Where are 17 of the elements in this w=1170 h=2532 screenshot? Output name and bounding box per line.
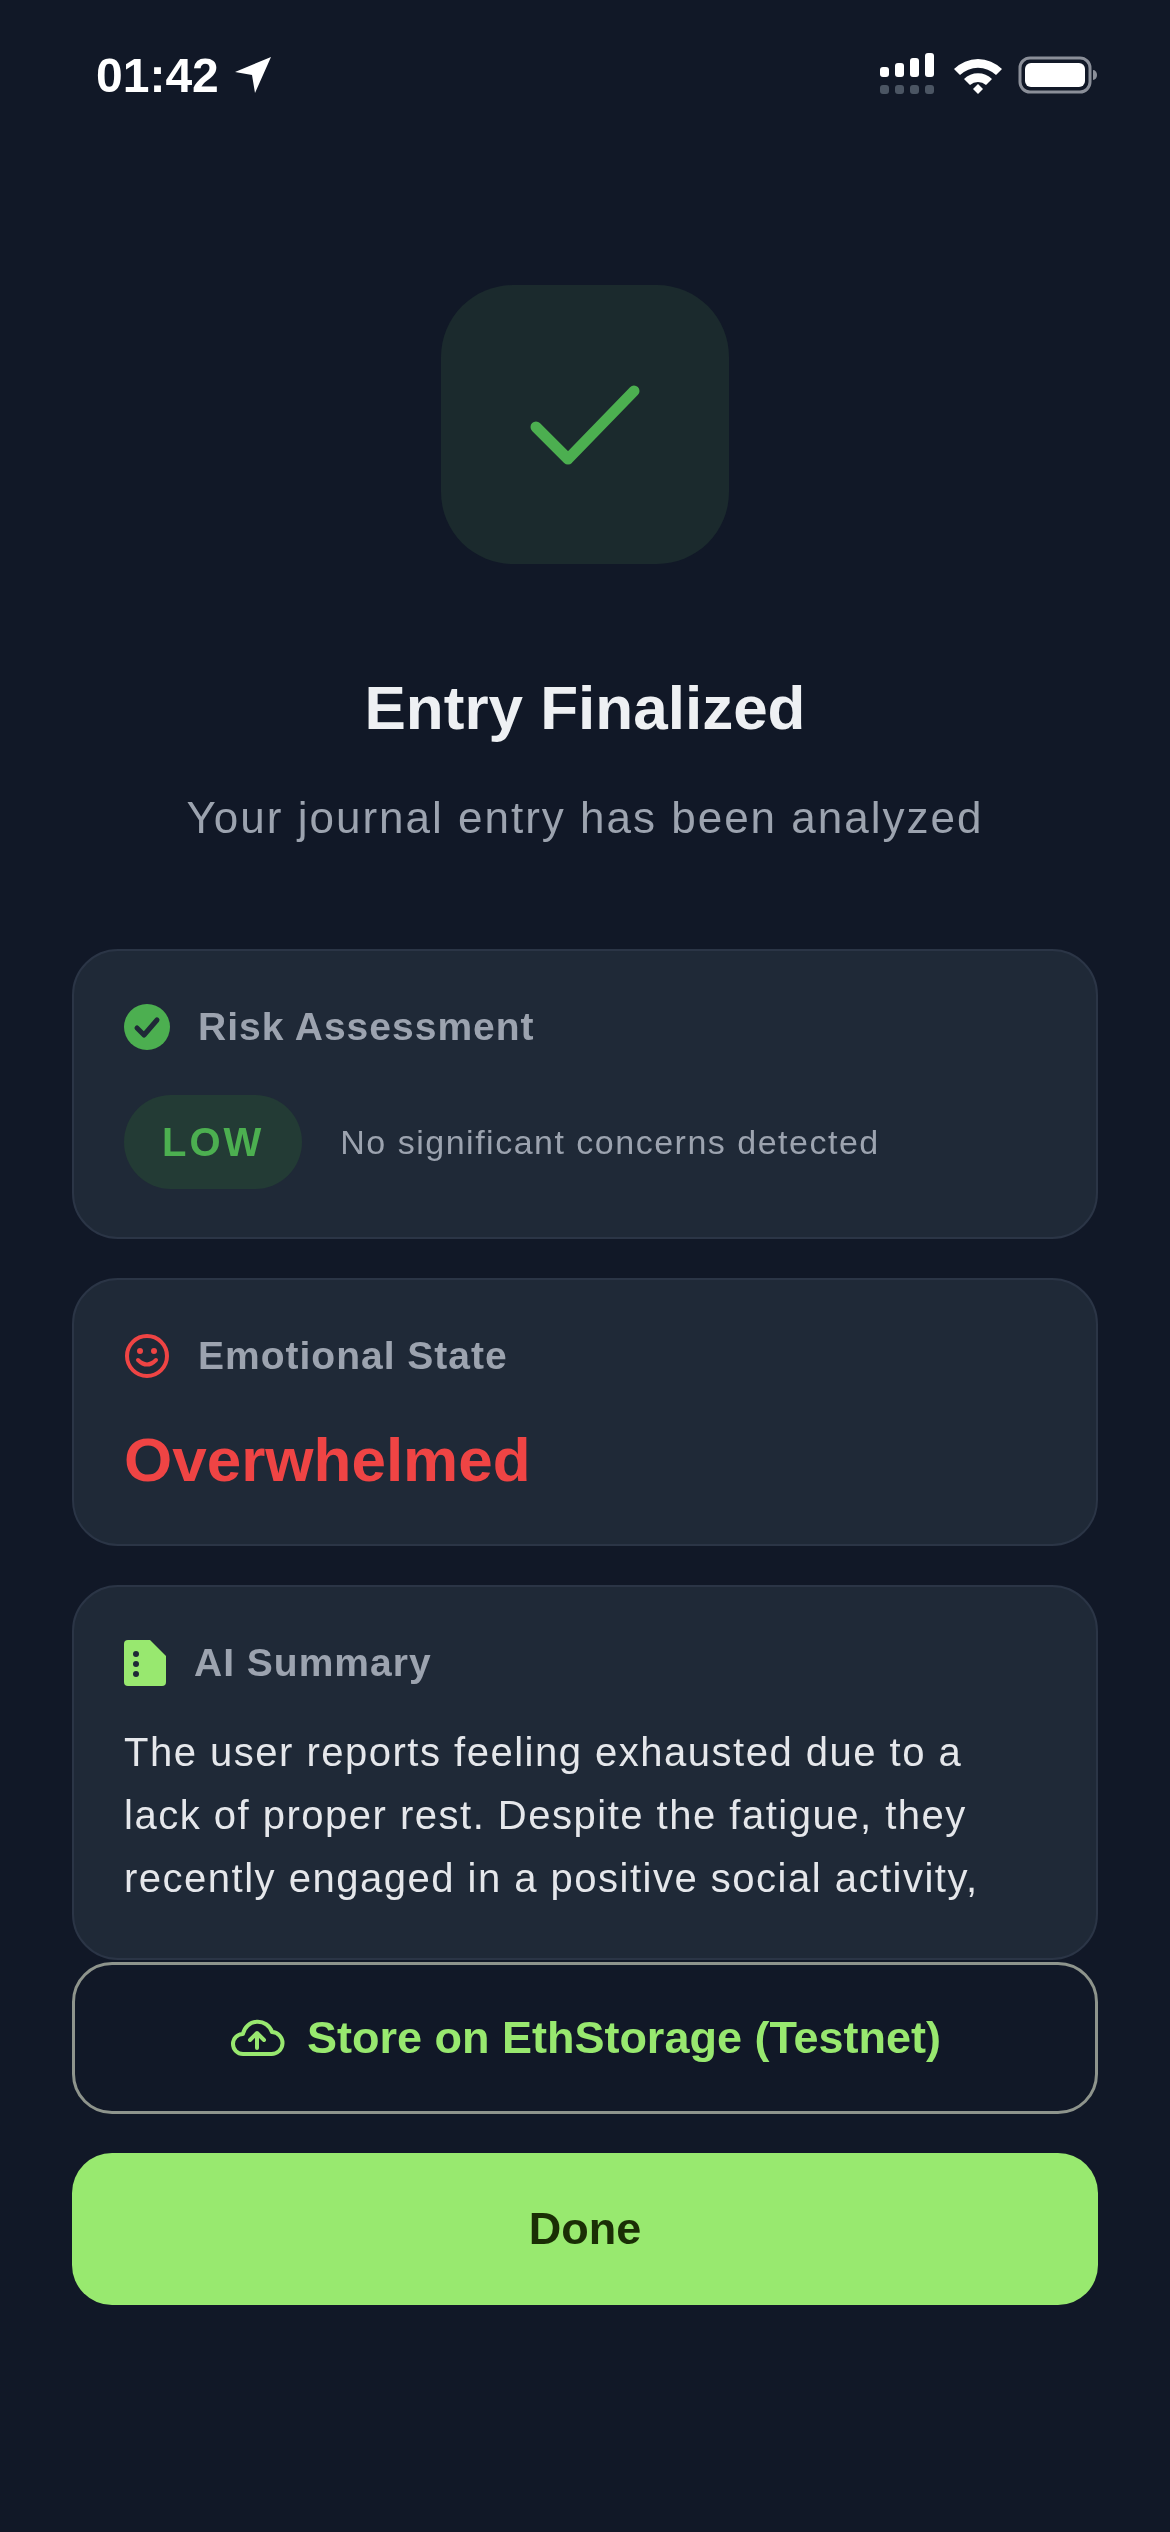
status-time: 01:42	[96, 47, 219, 103]
risk-level-badge: LOW	[124, 1095, 303, 1189]
risk-note: No significant concerns detected	[340, 1122, 880, 1162]
done-button[interactable]: Done	[72, 2153, 1098, 2305]
subtitle: Your journal entry has been analyzed	[186, 792, 984, 844]
check-circle-icon	[124, 1004, 170, 1050]
store-button[interactable]: Store on EthStorage (Testnet)	[72, 1962, 1098, 2114]
document-icon	[124, 1640, 166, 1686]
cloud-upload-icon	[228, 2018, 285, 2058]
emotion-value: Overwhelmed	[124, 1424, 532, 1496]
card-title: Emotional State	[198, 1334, 508, 1378]
smiley-icon	[124, 1333, 170, 1379]
screen-title: Entry Finalized	[364, 672, 806, 744]
summary-text: The user reports feeling exhausted due to a lack of proper rest. Despite the fatigue, they recently engaged in a positive social activity,	[124, 1729, 980, 1902]
card-title: Risk Assessment	[198, 1005, 535, 1049]
card-title: AI Summary	[194, 1641, 432, 1685]
battery-icon	[1018, 55, 1098, 95]
